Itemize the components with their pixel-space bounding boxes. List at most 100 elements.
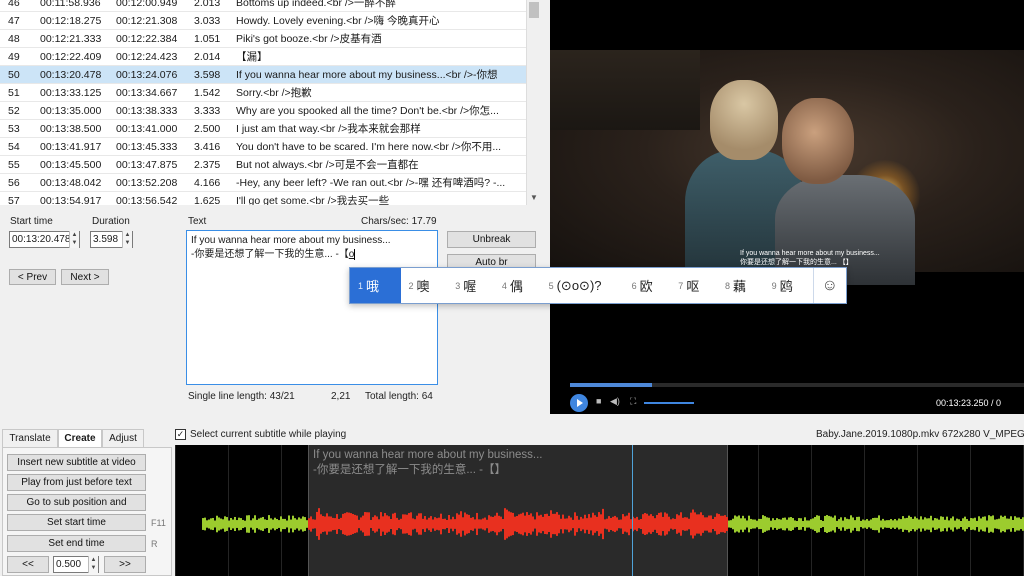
table-row[interactable]: 56 00:13:48.042 00:13:52.208 4.166 -Hey, any… xyxy=(0,174,526,192)
play-before-button[interactable]: Play from just before text xyxy=(7,474,146,491)
row-end-time: 00:13:45.333 xyxy=(116,140,178,153)
table-row[interactable]: 51 00:13:33.125 00:13:34.667 1.542 Sorry.<br… xyxy=(0,84,526,102)
video-player[interactable]: If you wanna hear more about my business… xyxy=(550,0,1024,414)
tab-translate[interactable]: Translate xyxy=(2,429,58,447)
table-row[interactable]: 49 00:12:22.409 00:12:24.423 2.014 【漏】 xyxy=(0,48,526,66)
next-button[interactable]: Next > xyxy=(61,269,109,285)
ime-candidate[interactable]: 5 (⊙o⊙)? xyxy=(541,268,624,303)
step-spinner[interactable]: ▲ ▼ xyxy=(88,556,98,573)
video-file-info: Baby.Jane.2019.1080p.mkv 672x280 V_MPEG4 xyxy=(816,429,1024,440)
row-number: 54 xyxy=(8,140,20,153)
row-start-time: 00:12:18.275 xyxy=(40,14,102,27)
row-text: Bottoms up indeed.<br />一醉不醉 xyxy=(236,0,396,9)
row-end-time: 00:13:52.208 xyxy=(116,176,178,189)
ime-candidate[interactable]: 3喔 xyxy=(447,268,494,303)
table-row[interactable]: 47 00:12:18.275 00:12:21.308 3.033 Howdy. Lo… xyxy=(0,12,526,30)
total-length: Total length: 64 xyxy=(365,391,433,402)
emoji-icon[interactable]: ☺ xyxy=(813,277,846,295)
row-end-time: 00:13:34.667 xyxy=(116,86,178,99)
ime-candidate[interactable]: 2噢 xyxy=(401,268,448,303)
ime-candidate-number: 8 xyxy=(724,280,730,291)
row-text: I'll go get some.<br />我去买一些 xyxy=(236,195,390,205)
video-seek-bar[interactable] xyxy=(570,383,1024,387)
row-start-time: 00:13:45.500 xyxy=(40,158,102,171)
row-number: 50 xyxy=(8,68,20,81)
table-row[interactable]: 57 00:13:54.917 00:13:56.542 1.625 I'll go g… xyxy=(0,192,526,206)
scroll-down-icon[interactable]: ▼ xyxy=(527,191,541,205)
row-start-time: 00:13:54.917 xyxy=(40,194,102,206)
row-text: Sorry.<br />抱歉 xyxy=(236,87,312,99)
grid-scrollbar-thumb[interactable] xyxy=(529,2,539,18)
video-person-left-head xyxy=(710,80,778,160)
duration-spinner[interactable]: ▲ ▼ xyxy=(122,231,132,248)
play-icon[interactable] xyxy=(570,394,588,412)
tab-adjust[interactable]: Adjust xyxy=(102,429,144,447)
waveform-subtitle-line-1: If you wanna hear more about my business… xyxy=(313,449,543,461)
fullscreen-icon[interactable]: ⛶ xyxy=(630,396,636,407)
step-forward-button[interactable]: >> xyxy=(104,556,146,573)
ime-candidate-char: 鸥 xyxy=(779,279,793,294)
subtitle-text-editor[interactable]: If you wanna hear more about my business… xyxy=(186,230,438,385)
select-current-checkbox[interactable]: ✓ xyxy=(175,429,186,440)
table-row[interactable]: 55 00:13:45.500 00:13:47.875 2.375 But not a… xyxy=(0,156,526,174)
volume-slider[interactable] xyxy=(644,402,694,404)
table-row[interactable]: 52 00:13:35.000 00:13:38.333 3.333 Why are y… xyxy=(0,102,526,120)
step-back-button[interactable]: << xyxy=(7,556,49,573)
row-number: 46 xyxy=(8,0,20,9)
table-row[interactable]: 48 00:12:21.333 00:12:22.384 1.051 Piki's go… xyxy=(0,30,526,48)
waveform-playhead[interactable] xyxy=(632,445,633,576)
table-row[interactable]: 53 00:13:38.500 00:13:41.000 2.500 I just am… xyxy=(0,120,526,138)
row-start-time: 00:13:35.000 xyxy=(40,104,102,117)
single-line-length: Single line length: 43/21 xyxy=(188,391,295,402)
goto-sub-button[interactable]: Go to sub position and xyxy=(7,494,146,511)
ime-candidate-number: 4 xyxy=(501,280,507,291)
set-start-button[interactable]: Set start time xyxy=(7,514,146,531)
ime-candidate-char: 喔 xyxy=(463,279,477,294)
prev-button[interactable]: < Prev xyxy=(9,269,56,285)
volume-icon[interactable]: ◀) xyxy=(610,396,620,407)
tab-create[interactable]: Create xyxy=(58,429,102,448)
grid-scrollbar[interactable]: ▼ xyxy=(526,0,540,205)
row-start-time: 00:12:21.333 xyxy=(40,32,102,45)
row-end-time: 00:12:24.423 xyxy=(116,50,178,63)
ime-candidate[interactable]: 9鸥 xyxy=(764,268,807,303)
row-text: You don't have to be scared. I'm here no… xyxy=(236,141,502,153)
row-end-time: 00:12:21.308 xyxy=(116,14,178,27)
r-shortcut: R xyxy=(151,539,158,549)
row-duration: 4.166 xyxy=(194,176,221,189)
stop-icon[interactable]: ■ xyxy=(596,396,601,406)
row-text: I just am that way.<br />我本来就会那样 xyxy=(236,123,421,135)
subtitle-grid[interactable]: 46 00:11:58.936 00:12:00.949 2.013 Bottoms u… xyxy=(0,0,540,205)
audio-waveform[interactable]: If you wanna hear more about my business… xyxy=(175,445,1024,576)
video-controls: ■ ◀) ⛶ 00:13:23.250 / 0 xyxy=(550,392,1024,414)
ime-candidate[interactable]: 7呕 xyxy=(670,268,717,303)
row-duration: 1.625 xyxy=(194,194,221,206)
ime-candidate[interactable]: 8藕 xyxy=(717,268,764,303)
insert-subtitle-button[interactable]: Insert new subtitle at video xyxy=(7,454,146,471)
set-end-button[interactable]: Set end time xyxy=(7,535,146,552)
row-number: 52 xyxy=(8,104,20,117)
row-end-time: 00:13:24.076 xyxy=(116,68,178,81)
row-number: 55 xyxy=(8,158,20,171)
video-person-right-head xyxy=(782,98,854,184)
table-row[interactable]: 46 00:11:58.936 00:12:00.949 2.013 Bottoms u… xyxy=(0,0,526,12)
row-number: 48 xyxy=(8,32,20,45)
waveform-subtitle-line-2: -你要是还想了解一下我的生意... -【】 xyxy=(313,464,506,476)
text-line-1: If you wanna hear more about my business… xyxy=(191,235,391,246)
row-end-time: 00:13:47.875 xyxy=(116,158,178,171)
ime-candidate-char: 呕 xyxy=(686,279,700,294)
ime-candidate[interactable]: 6欧 xyxy=(624,268,671,303)
start-time-spinner[interactable]: ▲ ▼ xyxy=(69,231,79,248)
text-line-2-prefix: -你要是还想了解一下我的生意... -【 xyxy=(191,249,349,260)
waveform-signal xyxy=(202,508,1024,540)
row-start-time: 00:13:48.042 xyxy=(40,176,102,189)
table-row[interactable]: 54 00:13:41.917 00:13:45.333 3.416 You don't… xyxy=(0,138,526,156)
unbreak-button[interactable]: Unbreak xyxy=(447,231,536,248)
ime-candidate-number: 2 xyxy=(408,280,414,291)
row-text: Howdy. Lovely evening.<br />嗨 今晚真开心 xyxy=(236,15,440,27)
ime-candidate[interactable]: 1哦 xyxy=(350,268,401,303)
table-row[interactable]: 50 00:13:20.478 00:13:24.076 3.598 If you wa… xyxy=(0,66,526,84)
row-number: 56 xyxy=(8,176,20,189)
ime-candidate-bar[interactable]: 1 哦 2 噢 3 喔 4 偶 5 (⊙o⊙)? 6 欧 7 呕 8 藕 9 鸥 ☺ xyxy=(349,267,847,304)
ime-candidate[interactable]: 4偶 xyxy=(494,268,541,303)
